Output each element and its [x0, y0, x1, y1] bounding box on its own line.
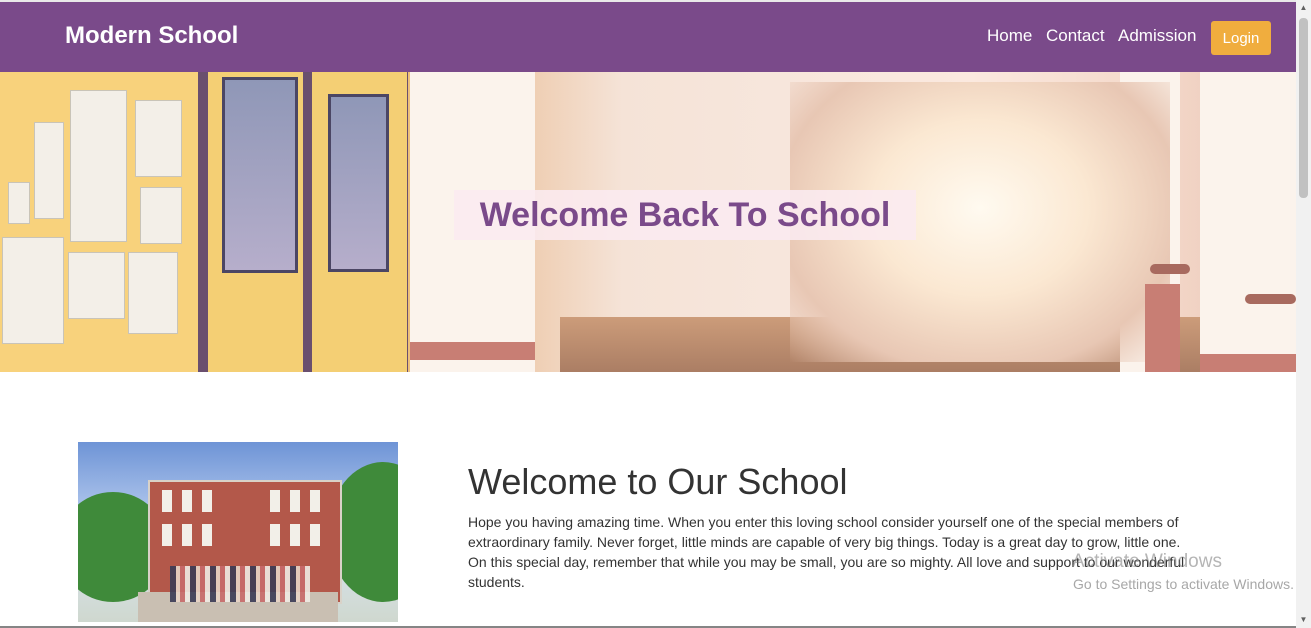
brand-logo[interactable]: Modern School: [65, 22, 238, 50]
hero-baseboard: [1200, 354, 1296, 372]
nav-link-home[interactable]: Home: [987, 26, 1032, 46]
hero-title-box: Welcome Back To School: [454, 190, 916, 240]
scroll-up-arrow-icon[interactable]: ▲: [1296, 0, 1311, 16]
hero-poster: [2, 237, 64, 344]
school-window: [310, 524, 320, 546]
activate-windows-title: Activate Windows: [1072, 551, 1222, 572]
scrollbar-thumb[interactable]: [1299, 18, 1308, 198]
hero-poster: [135, 100, 182, 177]
login-button[interactable]: Login: [1211, 21, 1271, 55]
school-window: [270, 524, 280, 546]
school-window: [290, 490, 300, 512]
scroll-down-arrow-icon[interactable]: ▼: [1296, 612, 1311, 628]
school-window: [162, 490, 172, 512]
hero-rail: [1245, 294, 1296, 304]
hero-poster: [8, 182, 30, 224]
school-window: [290, 524, 300, 546]
hero-rail: [1150, 264, 1190, 274]
school-window: [310, 490, 320, 512]
hero-pillar: [1200, 72, 1296, 372]
hero-baseboard: [1145, 284, 1180, 372]
hero-baseboard: [410, 342, 535, 360]
school-window: [202, 524, 212, 546]
nav-link-admission[interactable]: Admission: [1118, 26, 1196, 46]
school-students: [170, 566, 310, 602]
hero-poster: [140, 187, 182, 244]
activate-windows-subtitle: Go to Settings to activate Windows.: [1073, 576, 1294, 592]
content-title: Welcome to Our School: [468, 461, 848, 502]
school-window: [182, 490, 192, 512]
hero-poster: [68, 252, 125, 319]
hero-poster: [34, 122, 64, 219]
school-window: [162, 524, 172, 546]
hero-poster: [128, 252, 178, 334]
school-window: [182, 524, 192, 546]
school-window: [270, 490, 280, 512]
navbar: Modern School Home Contact Admission Log…: [0, 2, 1296, 72]
hero-banner: Welcome Back To School: [0, 72, 1296, 372]
hero-door-window: [222, 77, 298, 273]
hero-poster: [70, 90, 127, 242]
hero-title: Welcome Back To School: [479, 195, 891, 234]
hero-door-window: [328, 94, 389, 272]
school-image: [78, 442, 398, 622]
nav-link-contact[interactable]: Contact: [1046, 26, 1105, 46]
school-window: [202, 490, 212, 512]
